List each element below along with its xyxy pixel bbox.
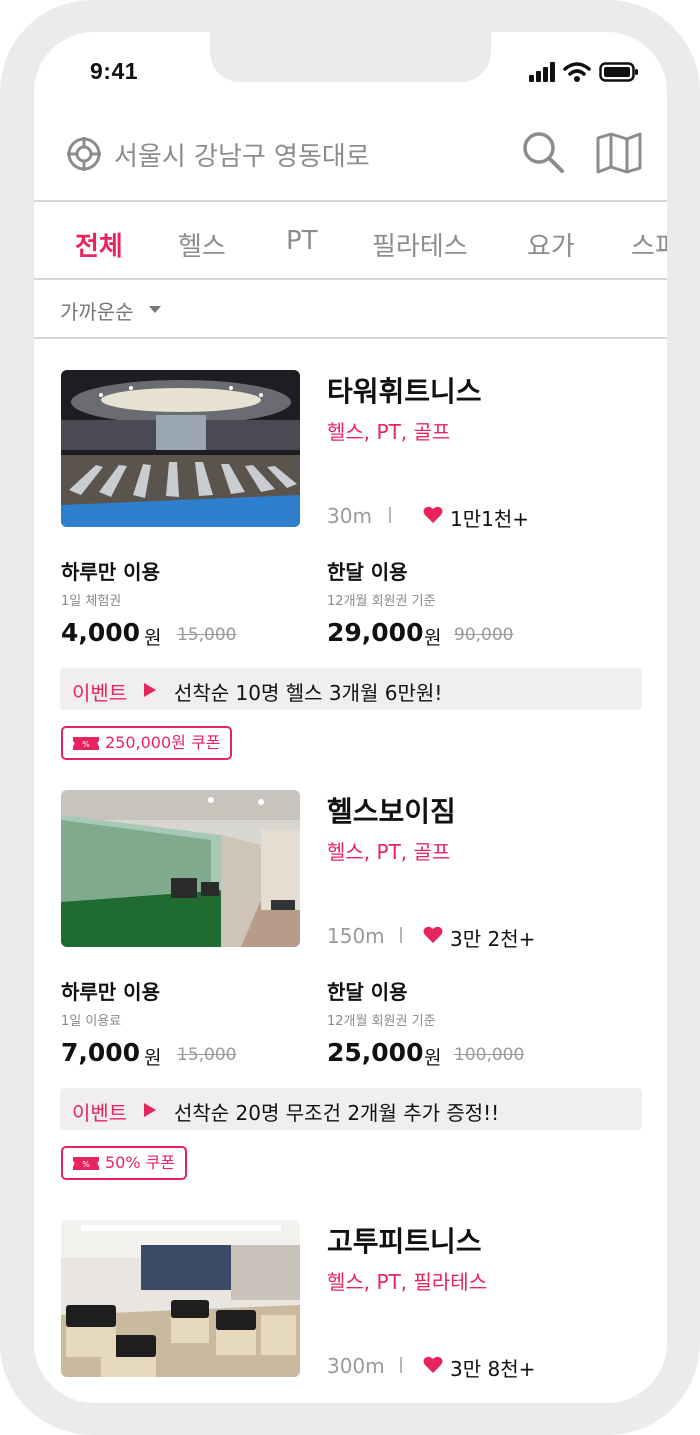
battery-icon (599, 62, 638, 82)
divider (400, 927, 402, 943)
month-pass-unit: 원 (424, 627, 442, 649)
gym-card[interactable]: 타워휘트니스 헬스, PT, 골프 30m 1만1천+ 하루만 이용 1일 체험… (34, 370, 667, 790)
day-pass-unit: 원 (144, 627, 162, 649)
svg-text:%: % (82, 1160, 90, 1169)
coupon-badge[interactable]: % 250,000원 쿠폰 (61, 726, 233, 760)
gym-card[interactable]: 고투피트니스 헬스, PT, 필라테스 300m 3만 8천+ (34, 1220, 667, 1403)
tab-pilates[interactable]: 필라테스 (372, 226, 468, 263)
gym-categories: 헬스, PT, 필라테스 (327, 1270, 488, 1294)
gym-name[interactable]: 헬스보이짐 (327, 790, 456, 830)
month-pass-unit: 원 (424, 1047, 442, 1069)
divider (389, 507, 391, 523)
signal-icon (529, 62, 555, 82)
gym-distance: 30m (327, 504, 372, 528)
map-icon[interactable] (596, 132, 642, 174)
gym-categories: 헬스, PT, 골프 (327, 420, 451, 444)
search-location-text[interactable]: 서울시 강남구 영동대로 (114, 136, 370, 173)
day-pass-unit: 원 (144, 1047, 162, 1069)
event-banner[interactable]: 이벤트 선착순 20명 무조건 2개월 추가 증정!! (60, 1088, 642, 1130)
app-screen: 9:41 서울시 강남구 영동대로 전체 헬스 PT 필라테스 요가 스 가까운… (34, 32, 667, 1403)
gym-categories: 헬스, PT, 골프 (327, 840, 451, 864)
month-pass-original-price: 100,000 (454, 1045, 525, 1065)
event-banner[interactable]: 이벤트 선착순 10명 헬스 3개월 6만원! (60, 668, 642, 710)
gym-photo[interactable] (61, 370, 300, 527)
sort-label[interactable]: 가까운순 (60, 296, 134, 325)
coupon-ticket-icon: % (73, 737, 99, 750)
event-text: 선착순 20명 무조건 2개월 추가 증정!! (174, 1101, 500, 1125)
day-pass-original-price: 15,000 (177, 625, 237, 645)
play-arrow-icon (144, 683, 156, 697)
search-icon[interactable] (521, 130, 565, 174)
notch (210, 32, 491, 82)
coupon-badge[interactable]: % 50% 쿠폰 (61, 1146, 188, 1180)
tab-pt[interactable]: PT (286, 226, 318, 256)
divider (400, 1357, 402, 1373)
like-count: 1만1천+ (450, 507, 530, 531)
category-tabs: 전체 헬스 PT 필라테스 요가 스피 (34, 204, 667, 280)
tab-yoga[interactable]: 요가 (527, 226, 575, 263)
day-pass-price: 7,000 (61, 1038, 141, 1067)
day-pass-price: 4,000 (61, 618, 141, 647)
locate-icon[interactable] (66, 136, 102, 172)
month-pass-sub: 12개월 회원권 기준 (327, 1014, 436, 1029)
like-count: 3만 2천+ (450, 927, 536, 951)
day-pass-original-price: 15,000 (177, 1045, 237, 1065)
month-pass-title: 한달 이용 (327, 980, 408, 1004)
gym-photo[interactable] (61, 1220, 300, 1377)
caret-down-icon[interactable] (149, 306, 161, 313)
tab-health[interactable]: 헬스 (178, 226, 226, 263)
event-label: 이벤트 (72, 681, 128, 705)
heart-icon[interactable] (423, 926, 443, 944)
day-pass-sub: 1일 이용료 (61, 1014, 122, 1029)
sort-dropdown[interactable]: 가까운순 (34, 281, 667, 339)
event-text: 선착순 10명 헬스 3개월 6만원! (174, 681, 443, 705)
play-arrow-icon (144, 1103, 156, 1117)
heart-icon[interactable] (423, 506, 443, 524)
month-pass-price: 25,000 (327, 1038, 424, 1067)
gym-distance: 150m (327, 924, 385, 948)
gym-photo[interactable] (61, 790, 300, 947)
coupon-text: 250,000원 쿠폰 (105, 733, 221, 752)
gym-name[interactable]: 타워휘트니스 (327, 370, 482, 410)
location-search-bar[interactable]: 서울시 강남구 영동대로 (34, 112, 667, 202)
svg-text:%: % (82, 740, 90, 749)
day-pass-title: 하루만 이용 (61, 980, 160, 1004)
month-pass-title: 한달 이용 (327, 560, 408, 584)
month-pass-price: 29,000 (327, 618, 424, 647)
day-pass-sub: 1일 체험권 (61, 594, 122, 609)
gym-name[interactable]: 고투피트니스 (327, 1220, 482, 1260)
gym-distance: 300m (327, 1354, 385, 1378)
status-time: 9:41 (90, 58, 139, 84)
coupon-text: 50% 쿠폰 (105, 1153, 176, 1172)
event-label: 이벤트 (72, 1101, 128, 1125)
tab-all[interactable]: 전체 (75, 226, 123, 263)
day-pass-title: 하루만 이용 (61, 560, 160, 584)
wifi-icon (563, 62, 591, 82)
coupon-ticket-icon: % (73, 1157, 99, 1170)
month-pass-sub: 12개월 회원권 기준 (327, 594, 436, 609)
month-pass-original-price: 90,000 (454, 625, 514, 645)
gym-card[interactable]: 헬스보이짐 헬스, PT, 골프 150m 3만 2천+ 하루만 이용 1일 이… (34, 790, 667, 1210)
tab-spinning[interactable]: 스피 (631, 226, 667, 263)
like-count: 3만 8천+ (450, 1357, 536, 1381)
heart-icon[interactable] (423, 1356, 443, 1374)
